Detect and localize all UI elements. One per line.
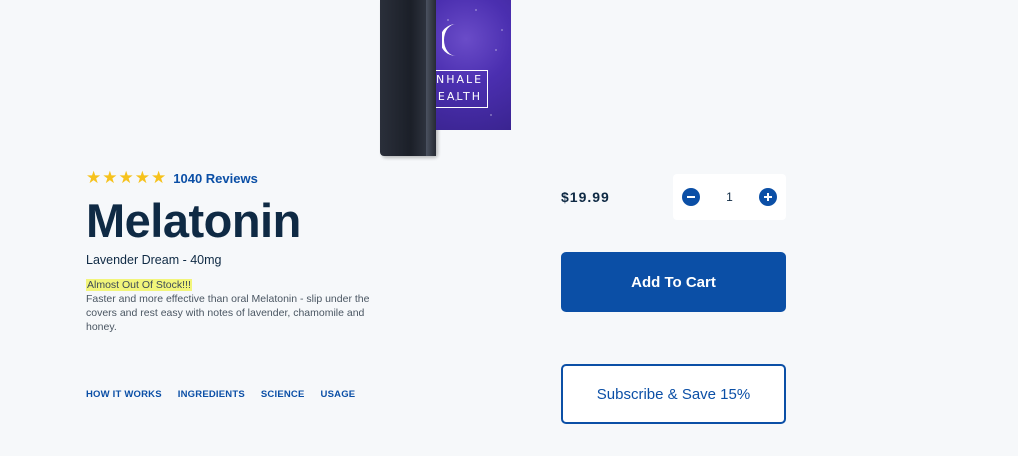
- product-image: NHALE EALTH: [378, 0, 518, 160]
- crescent-moon-icon: [442, 24, 456, 56]
- product-description: Faster and more effective than oral Mela…: [86, 293, 370, 333]
- plus-icon: [764, 193, 772, 201]
- product-price: $19.99: [561, 189, 610, 205]
- quantity-stepper: 1: [673, 174, 786, 220]
- subscribe-save-button[interactable]: Subscribe & Save 15%: [561, 364, 786, 424]
- reviews-link[interactable]: 1040 Reviews: [173, 171, 258, 186]
- tab-science[interactable]: SCIENCE: [261, 389, 305, 400]
- increase-quantity-button[interactable]: [759, 188, 777, 206]
- minus-icon: [687, 196, 695, 198]
- tab-usage[interactable]: USAGE: [321, 389, 356, 400]
- star-icon: ★: [102, 168, 118, 188]
- quantity-value[interactable]: 1: [715, 190, 745, 204]
- star-icon: ★: [86, 168, 102, 188]
- add-to-cart-button[interactable]: Add To Cart: [561, 252, 786, 312]
- star-icon: ★: [134, 168, 150, 188]
- product-title: Melatonin: [86, 194, 301, 247]
- vape-device: [380, 0, 436, 156]
- box-brand-label: NHALE EALTH: [436, 70, 488, 108]
- tab-ingredients[interactable]: INGREDIENTS: [178, 389, 245, 400]
- tab-how-it-works[interactable]: HOW IT WORKS: [86, 389, 162, 400]
- product-info-tabs: HOW IT WORKS INGREDIENTS SCIENCE USAGE: [86, 389, 355, 400]
- star-icon: ★: [151, 168, 167, 188]
- star-icon: ★: [118, 168, 134, 188]
- star-rating: ★ ★ ★ ★ ★: [86, 170, 166, 187]
- product-box: NHALE EALTH: [436, 0, 511, 130]
- product-variant: Lavender Dream - 40mg: [86, 253, 222, 267]
- stock-notice: Almost Out Of Stock!!!: [86, 279, 192, 291]
- decrease-quantity-button[interactable]: [682, 188, 700, 206]
- product-rating: ★ ★ ★ ★ ★ 1040 Reviews: [86, 170, 258, 187]
